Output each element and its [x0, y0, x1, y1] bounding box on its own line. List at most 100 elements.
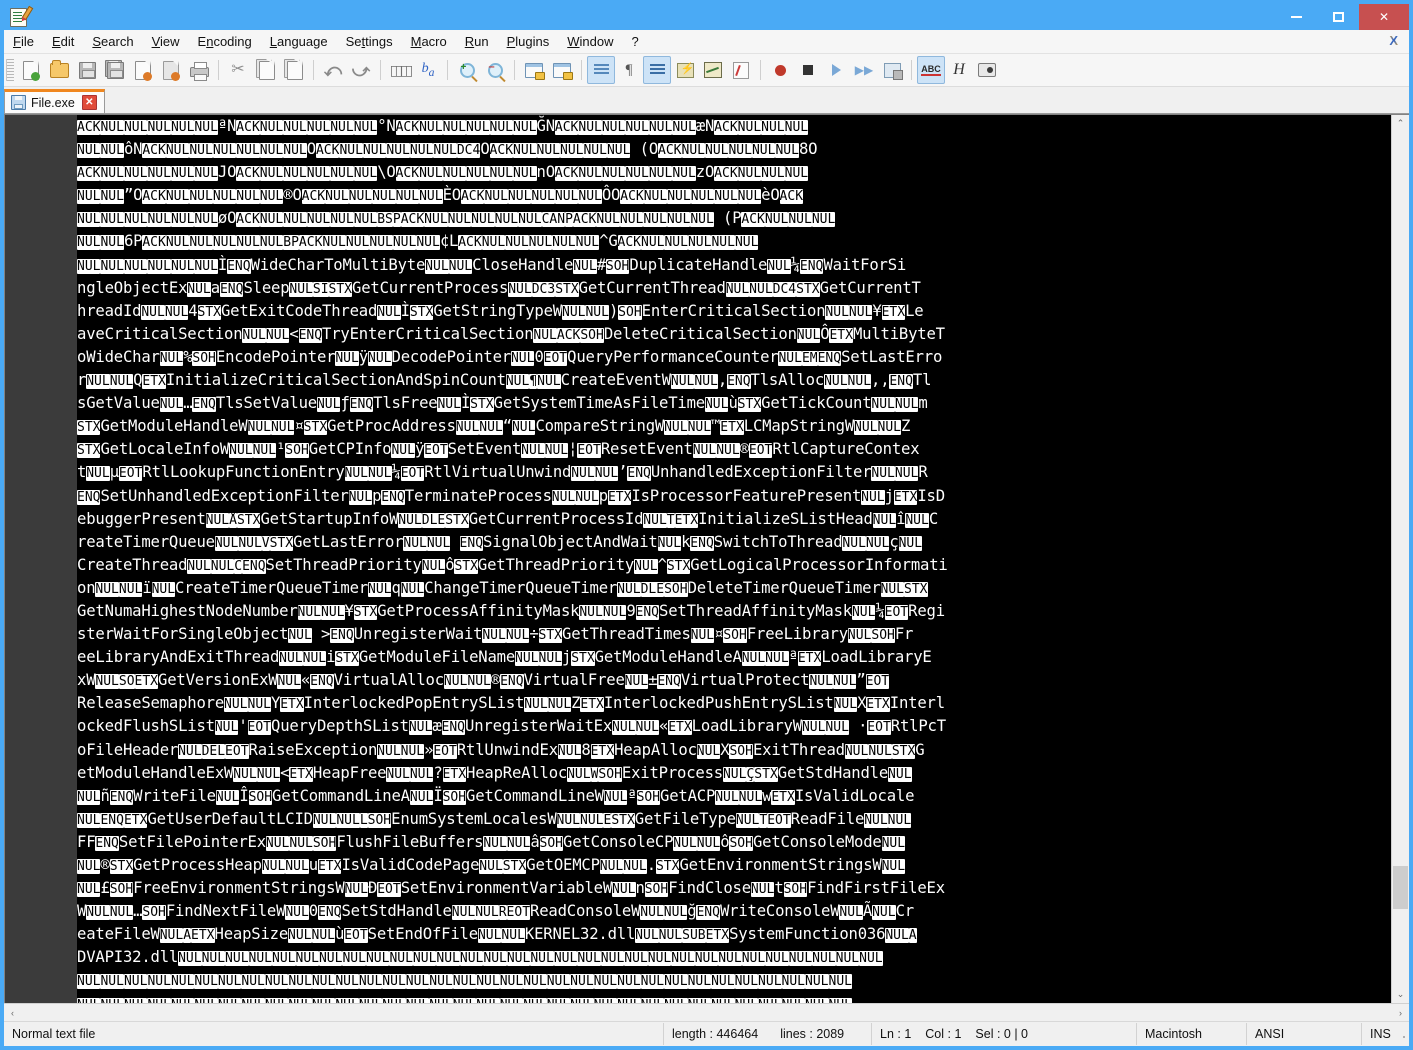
sync-horizontal-scroll-icon[interactable] — [548, 56, 576, 84]
menu-language[interactable]: Language — [261, 31, 337, 52]
vertical-scrollbar-thumb[interactable] — [1393, 866, 1408, 910]
vertical-scrollbar[interactable]: ⌃ ⌄ — [1391, 115, 1409, 1003]
control-char: NUL — [888, 766, 912, 782]
text-run: LCMapStringW — [743, 417, 855, 436]
toolbar-grip[interactable] — [6, 59, 14, 81]
text-run: i — [326, 648, 336, 667]
scroll-left-arrow-icon[interactable]: ‹ — [4, 1004, 21, 1021]
user-defined-language-icon[interactable] — [671, 56, 699, 84]
zoom-out-icon[interactable]: – — [481, 56, 509, 84]
menu-macro[interactable]: Macro — [402, 31, 456, 52]
show-all-characters-icon[interactable]: ¶ — [615, 56, 643, 84]
control-char: NUL — [476, 974, 500, 990]
hex-editor-icon[interactable]: H — [945, 56, 973, 84]
text-run: SetEnvironmentVariableW — [400, 879, 613, 898]
cut-icon[interactable]: ✂ — [224, 56, 252, 84]
control-char: NUL — [511, 420, 536, 436]
save-icon[interactable] — [73, 56, 101, 84]
word-wrap-icon[interactable] — [587, 56, 615, 84]
control-char: STX — [409, 304, 434, 320]
editor-margin[interactable] — [5, 115, 77, 1003]
menu-file[interactable]: File — [4, 31, 43, 52]
scroll-right-arrow-icon[interactable]: › — [1392, 1004, 1409, 1021]
text-content[interactable]: ACKNULNULNULNULNULªNACKNULNULNULNULNUL°N… — [77, 115, 1391, 1003]
menu-run[interactable]: Run — [456, 31, 498, 52]
horizontal-scrollbar[interactable]: ‹ › — [4, 1003, 1409, 1021]
text-run: r — [77, 371, 87, 390]
redo-icon[interactable]: ⤻ — [347, 56, 375, 84]
menu-search[interactable]: Search — [83, 31, 142, 52]
save-macro-icon[interactable] — [878, 56, 906, 84]
indent-guide-icon[interactable] — [643, 56, 671, 84]
stop-record-macro-icon[interactable] — [794, 56, 822, 84]
text-run: GetProcessAffinityMask — [377, 601, 580, 620]
text-run: GetModuleHandleW — [100, 417, 248, 436]
control-char: NUL — [224, 697, 248, 713]
print-icon[interactable] — [185, 56, 213, 84]
control-char: ENQ — [318, 905, 342, 921]
spell-check-icon[interactable]: ABC — [917, 56, 945, 84]
close-all-files-icon[interactable] — [157, 56, 185, 84]
control-char: ACK — [556, 327, 581, 343]
menu-encoding[interactable]: Encoding — [189, 31, 261, 52]
resize-grip-icon[interactable] — [1401, 1027, 1407, 1041]
scroll-up-arrow-icon[interactable]: ⌃ — [1392, 115, 1409, 132]
replace-icon[interactable]: ba — [414, 56, 442, 84]
scroll-down-arrow-icon[interactable]: ⌄ — [1392, 986, 1409, 1003]
menu-plugins[interactable]: Plugins — [498, 31, 559, 52]
close-document-button[interactable]: X — [1389, 33, 1398, 48]
control-char: NUL — [647, 951, 672, 967]
control-char: NUL — [170, 120, 195, 135]
function-list-icon[interactable] — [727, 56, 755, 84]
text-run: °N — [377, 117, 396, 135]
control-char: NUL — [288, 628, 312, 644]
control-char: NUL — [868, 743, 892, 759]
menu-view[interactable]: View — [143, 31, 189, 52]
maximize-button[interactable] — [1317, 4, 1359, 30]
play-macro-icon[interactable] — [822, 56, 850, 84]
control-char: NUL — [189, 189, 213, 205]
open-file-icon[interactable] — [45, 56, 73, 84]
save-all-icon[interactable] — [101, 56, 129, 84]
close-file-icon[interactable] — [129, 56, 157, 84]
control-char: NUL — [437, 397, 461, 413]
close-button[interactable]: ✕ — [1359, 4, 1409, 30]
control-char: NUL — [77, 235, 101, 251]
run-macro-multiple-icon[interactable]: ▶▶ — [850, 56, 878, 84]
text-run: ƒ — [340, 394, 350, 413]
control-char: NUL — [602, 604, 627, 620]
tab-file-exe[interactable]: File.exe ✕ — [4, 89, 105, 113]
text-run: øO — [217, 209, 237, 228]
copy-icon[interactable] — [252, 56, 280, 84]
control-char: NUL — [123, 258, 148, 274]
explorer-icon[interactable] — [973, 56, 1001, 84]
text-run: SignalObjectAndWait — [483, 532, 658, 551]
control-char: EOT — [433, 743, 457, 759]
new-file-icon[interactable] — [17, 56, 45, 84]
text-run: GetStringTypeW — [433, 301, 562, 320]
text-run: ReadConsoleW — [530, 902, 641, 921]
menu-window[interactable]: Window — [558, 31, 622, 52]
undo-icon[interactable]: ⤺ — [319, 56, 347, 84]
menu-settings[interactable]: Settings — [337, 31, 402, 52]
find-icon[interactable]: ◫◫ — [386, 56, 414, 84]
tab-close-icon[interactable]: ✕ — [81, 95, 97, 110]
control-char: STX — [197, 304, 221, 320]
control-char: NUL — [601, 166, 626, 182]
control-char: NUL — [147, 258, 171, 274]
zoom-in-icon[interactable]: + — [453, 56, 481, 84]
paste-icon[interactable] — [280, 56, 308, 84]
menu-help[interactable]: ? — [623, 31, 648, 52]
text-run: RtlCaptureContex — [772, 440, 920, 459]
menu-edit[interactable]: Edit — [43, 31, 83, 52]
status-lines: lines : 2089 — [780, 1027, 845, 1041]
control-char: NUL — [77, 974, 101, 990]
control-char: NUL — [214, 720, 239, 736]
start-record-macro-icon[interactable] — [766, 56, 794, 84]
control-char: ENQ — [690, 535, 714, 551]
document-map-icon[interactable] — [699, 56, 727, 84]
text-run: µ — [109, 463, 119, 482]
control-char: NUL — [368, 350, 392, 366]
minimize-button[interactable] — [1275, 4, 1317, 30]
sync-vertical-scroll-icon[interactable] — [520, 56, 548, 84]
